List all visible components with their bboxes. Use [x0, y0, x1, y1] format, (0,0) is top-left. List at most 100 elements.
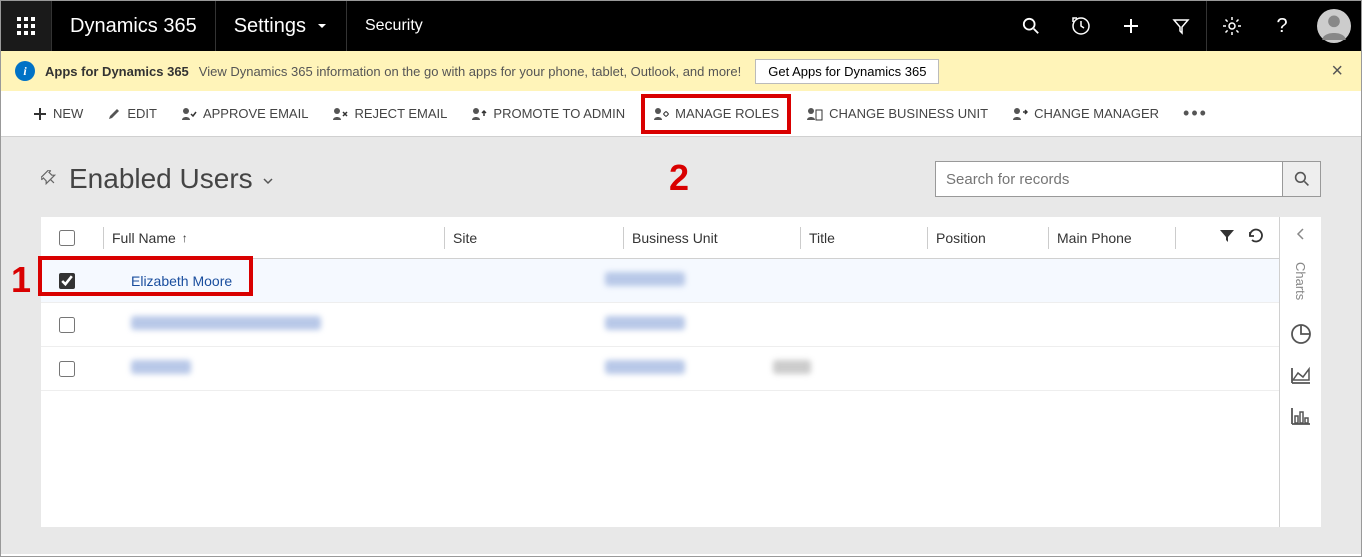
chevron-left-icon	[1294, 227, 1308, 241]
edit-command[interactable]: EDIT	[95, 91, 169, 137]
search-area	[935, 161, 1321, 197]
user-link[interactable]: Elizabeth Moore	[131, 273, 232, 289]
cmd-label: CHANGE BUSINESS UNIT	[829, 106, 988, 121]
charts-panel: Charts	[1279, 217, 1321, 527]
area-chart-button[interactable]	[1289, 363, 1313, 390]
row-checkbox[interactable]	[59, 361, 103, 377]
row-checkbox[interactable]	[59, 317, 103, 333]
person-gear-icon	[653, 107, 669, 121]
filter-button[interactable]	[1156, 1, 1206, 51]
sort-asc-icon: ↑	[182, 231, 188, 245]
column-fullname[interactable]: Full Name ↑	[112, 230, 444, 246]
approve-email-command[interactable]: APPROVE EMAIL	[169, 91, 320, 137]
recent-button[interactable]	[1056, 1, 1106, 51]
nav-icon-group: ?	[1006, 1, 1361, 51]
help-button[interactable]: ?	[1257, 1, 1307, 51]
user-avatar[interactable]	[1317, 9, 1351, 43]
column-title[interactable]: Title	[809, 230, 927, 246]
col-label: Full Name	[112, 230, 176, 246]
promote-admin-command[interactable]: PROMOTE TO ADMIN	[459, 91, 637, 137]
pie-chart-icon	[1289, 322, 1313, 346]
collapse-charts-button[interactable]	[1294, 227, 1308, 244]
cell-fullname	[103, 360, 435, 377]
table-row[interactable]	[41, 347, 1279, 391]
col-label: Title	[809, 230, 835, 246]
cell-business-unit	[605, 360, 773, 377]
settings-button[interactable]	[1207, 1, 1257, 51]
banner-title: Apps for Dynamics 365	[45, 64, 189, 79]
filter-icon[interactable]	[1219, 228, 1235, 247]
banner-close-button[interactable]: ×	[1327, 60, 1347, 83]
banner-text: View Dynamics 365 information on the go …	[199, 64, 741, 79]
change-business-unit-command[interactable]: CHANGE BUSINESS UNIT	[795, 91, 1000, 137]
search-icon	[1294, 171, 1310, 187]
more-commands-button[interactable]: •••	[1171, 103, 1220, 124]
column-main-phone[interactable]: Main Phone	[1057, 230, 1175, 246]
grid-main: Full Name ↑ Site Business Unit Title Pos…	[41, 217, 1279, 527]
ellipsis-icon: •••	[1183, 103, 1208, 123]
column-position[interactable]: Position	[936, 230, 1048, 246]
col-label: Site	[453, 230, 477, 246]
cell-business-unit	[605, 272, 773, 289]
refresh-icon[interactable]	[1247, 227, 1265, 248]
cmd-label: EDIT	[127, 106, 157, 121]
col-sep	[800, 227, 801, 249]
col-sep	[927, 227, 928, 249]
area-dropdown[interactable]: Settings	[216, 1, 346, 51]
waffle-icon	[17, 17, 35, 35]
info-icon: i	[15, 61, 35, 81]
bar-chart-button[interactable]	[1289, 404, 1313, 431]
reject-email-command[interactable]: REJECT EMAIL	[320, 91, 459, 137]
building-icon	[807, 107, 823, 121]
new-button[interactable]	[1106, 1, 1156, 51]
new-command[interactable]: NEW	[21, 91, 95, 137]
pin-icon[interactable]	[41, 170, 57, 189]
command-bar: NEW EDIT APPROVE EMAIL REJECT EMAIL PROM…	[1, 91, 1361, 137]
column-business-unit[interactable]: Business Unit	[632, 230, 800, 246]
question-icon: ?	[1276, 15, 1287, 38]
change-manager-command[interactable]: CHANGE MANAGER	[1000, 91, 1171, 137]
cmd-label: NEW	[53, 106, 83, 121]
grid-header-tools	[1184, 227, 1279, 248]
cmd-label: MANAGE ROLES	[675, 106, 779, 121]
search-button[interactable]	[1283, 161, 1321, 197]
brand-label: Dynamics 365	[52, 15, 215, 38]
bar-chart-icon	[1289, 404, 1313, 428]
person-swap-icon	[1012, 107, 1028, 121]
cell-title	[773, 360, 891, 377]
col-label: Position	[936, 230, 986, 246]
cell-fullname	[103, 316, 435, 333]
plus-icon	[33, 107, 47, 121]
person-check-icon	[181, 107, 197, 121]
row-checkbox[interactable]	[59, 273, 103, 289]
clock-icon	[1071, 16, 1091, 36]
app-launcher-button[interactable]	[1, 1, 51, 51]
column-site[interactable]: Site	[453, 230, 623, 246]
context-label[interactable]: Security	[347, 1, 1006, 51]
top-nav: Dynamics 365 Settings Security ?	[1, 1, 1361, 51]
person-up-icon	[471, 107, 487, 121]
cmd-label: PROMOTE TO ADMIN	[493, 106, 625, 121]
chevron-down-icon	[261, 163, 275, 195]
area-chart-icon	[1289, 363, 1313, 387]
annotation-two: 2	[669, 157, 689, 199]
pencil-icon	[107, 107, 121, 121]
cmd-label: REJECT EMAIL	[354, 106, 447, 121]
col-label: Business Unit	[632, 230, 718, 246]
table-row[interactable]	[41, 303, 1279, 347]
cell-business-unit	[605, 316, 773, 333]
search-button[interactable]	[1006, 1, 1056, 51]
manage-roles-command[interactable]: MANAGE ROLES	[641, 94, 791, 134]
person-icon	[1320, 12, 1348, 40]
plus-icon	[1122, 17, 1140, 35]
chevron-down-icon	[316, 20, 328, 32]
view-title-label: Enabled Users	[69, 163, 253, 195]
search-input[interactable]	[935, 161, 1283, 197]
area-label: Settings	[234, 15, 306, 38]
pie-chart-button[interactable]	[1289, 322, 1313, 349]
table-row[interactable]: 1 Elizabeth Moore	[41, 259, 1279, 303]
view-selector[interactable]: Enabled Users	[69, 163, 275, 195]
select-all-checkbox[interactable]	[59, 230, 103, 246]
close-icon: ×	[1331, 60, 1343, 82]
get-apps-button[interactable]: Get Apps for Dynamics 365	[755, 59, 939, 84]
